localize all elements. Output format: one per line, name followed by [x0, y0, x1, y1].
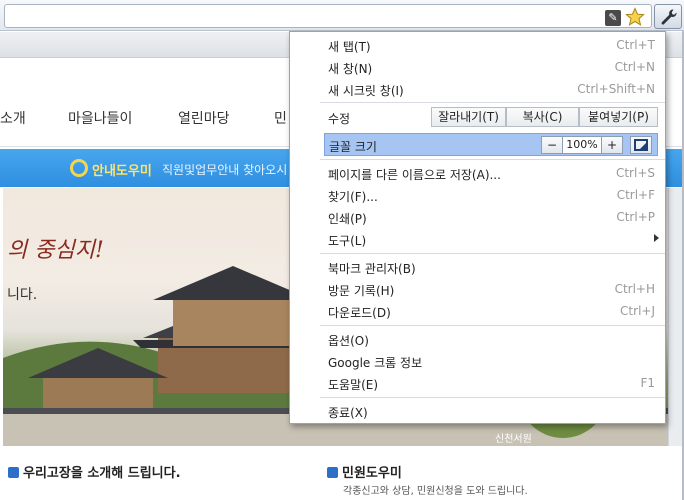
menu-separator	[320, 159, 665, 160]
guide-title[interactable]: 안내도우미	[92, 160, 152, 179]
page-action-icon[interactable]: ✎	[605, 10, 621, 26]
nav-item-civil[interactable]: 민	[274, 108, 287, 128]
menu-item-new-incognito[interactable]: 새 시크릿 창(I) Ctrl+Shift+N	[290, 78, 665, 100]
edit-label: 수정	[328, 112, 351, 126]
menu-item-save-as[interactable]: 페이지를 다른 이름으로 저장(A)... Ctrl+S	[290, 162, 665, 184]
zoom-level-display: 100%	[562, 136, 602, 154]
hero-slogan: 의 중심지!	[7, 238, 104, 263]
menu-item-about[interactable]: Google 크롬 정보	[290, 350, 665, 372]
zoom-label: 글꼴 크기	[329, 140, 377, 154]
copy-button[interactable]: 복사(C)	[506, 107, 579, 127]
wrench-menu: 새 탭(T) Ctrl+T 새 창(N) Ctrl+N 새 시크릿 창(I) Ctrl…	[289, 31, 666, 424]
paste-button[interactable]: 붙여넣기(P)	[579, 107, 658, 127]
hero-subtitle: 니다.	[7, 287, 38, 303]
menu-item-find[interactable]: 찾기(F)... Ctrl+F	[290, 184, 665, 206]
menu-item-print[interactable]: 인쇄(P) Ctrl+P	[290, 206, 665, 228]
guide-links[interactable]: 직원및업무안내 찾아오시	[162, 161, 287, 178]
fullscreen-icon	[634, 139, 648, 151]
headset-icon	[70, 159, 88, 177]
nav-item-open-forum[interactable]: 열린마당	[178, 108, 230, 128]
menu-item-help[interactable]: 도움말(E) F1	[290, 372, 665, 394]
submenu-arrow-icon	[654, 234, 659, 242]
menu-item-downloads[interactable]: 다운로드(D) Ctrl+J	[290, 300, 665, 322]
browser-toolbar: ✎	[0, 0, 684, 31]
nav-item-village[interactable]: 마을나들이	[68, 108, 132, 128]
section-civil-description: 각종신고와 상담, 민원신청을 도와 드립니다.	[343, 486, 528, 497]
fullscreen-button[interactable]	[630, 136, 652, 154]
zoom-out-button[interactable]: −	[541, 136, 563, 154]
menu-item-options[interactable]: 옵션(O)	[290, 328, 665, 350]
bullet-icon	[8, 467, 19, 478]
bookmark-star-icon[interactable]	[625, 7, 645, 27]
zoom-in-button[interactable]: +	[601, 136, 623, 154]
menu-item-tools[interactable]: 도구(L)	[290, 228, 665, 250]
menu-separator	[320, 397, 665, 398]
menu-separator	[320, 325, 665, 326]
bullet-icon	[327, 467, 338, 478]
nav-item-intro[interactable]: 소개	[0, 108, 26, 128]
menu-item-exit[interactable]: 종료(X)	[290, 400, 665, 422]
menu-separator	[320, 102, 665, 103]
wrench-menu-button[interactable]	[654, 4, 682, 29]
menu-separator	[320, 253, 665, 254]
cut-button[interactable]: 잘라내기(T)	[431, 107, 506, 127]
section-intro-heading[interactable]: 우리고장을 소개해 드립니다.	[8, 462, 181, 481]
wrench-icon	[661, 9, 677, 25]
address-bar[interactable]	[4, 4, 652, 28]
section-civil-heading[interactable]: 민원도우미	[327, 462, 402, 481]
menu-zoom-row: 글꼴 크기 − 100% +	[324, 133, 658, 156]
menu-item-history[interactable]: 방문 기록(H) Ctrl+H	[290, 278, 665, 300]
menu-item-bookmark-manager[interactable]: 북마크 관리자(B)	[290, 256, 665, 278]
menu-item-new-window[interactable]: 새 창(N) Ctrl+N	[290, 56, 665, 78]
hero-caption: 신천서원	[495, 434, 532, 445]
menu-edit-row: 수정 잘라내기(T) 복사(C) 붙여넣기(P)	[290, 105, 665, 129]
menu-item-new-tab[interactable]: 새 탭(T) Ctrl+T	[290, 34, 665, 56]
